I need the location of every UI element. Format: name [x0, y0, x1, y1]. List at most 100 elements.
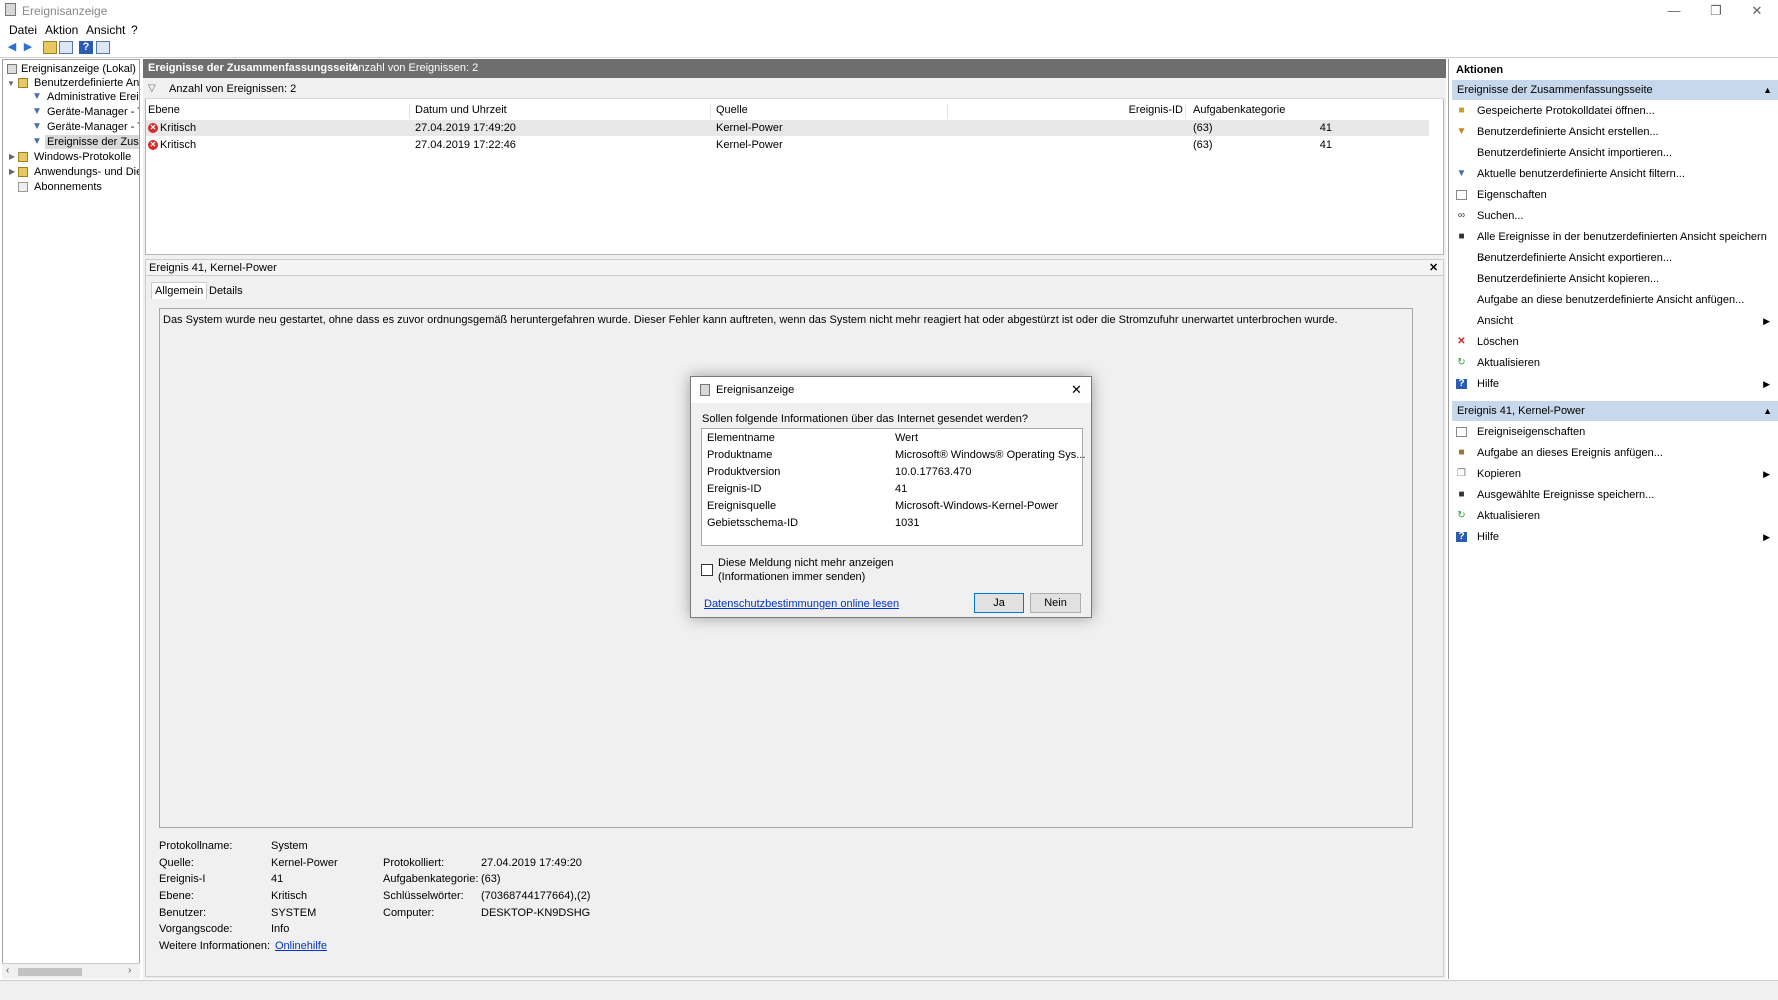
- folder-up-icon[interactable]: [43, 41, 57, 54]
- back-arrow-icon[interactable]: ◀: [5, 41, 19, 54]
- tree-windows-logs[interactable]: Windows-Protokolle: [34, 150, 131, 164]
- tree-app-logs[interactable]: Anwendungs- und Dier: [34, 165, 139, 179]
- action-open-log[interactable]: ■ Gespeicherte Protokolldatei öffnen...: [1452, 101, 1778, 121]
- table-row[interactable]: ✕ Kritisch 27.04.2019 17:22:46 Kernel-Po…: [146, 137, 1429, 153]
- tree-horizontal-scrollbar[interactable]: ‹ ›: [2, 963, 140, 979]
- action-create-view[interactable]: ▼ Benutzerdefinierte Ansicht erstellen...: [1452, 122, 1778, 142]
- filter-icon: ▼: [32, 91, 42, 102]
- show-hide-tree-icon[interactable]: [59, 41, 73, 54]
- submenu-arrow-icon: ▶: [1763, 532, 1770, 542]
- action-attach-task-event[interactable]: ■ Aufgabe an dieses Ereignis anfügen...: [1452, 443, 1778, 463]
- action-help-event[interactable]: ? Hilfe ▶: [1452, 527, 1778, 547]
- menu-action[interactable]: Aktion: [45, 23, 78, 37]
- action-refresh-event[interactable]: ↻ Aktualisieren: [1452, 506, 1778, 526]
- action-save-selected[interactable]: ■ Ausgewählte Ereignisse speichern...: [1452, 485, 1778, 505]
- collapse-icon[interactable]: ▼: [7, 79, 15, 88]
- action-label: Benutzerdefinierte Ansicht kopieren...: [1477, 273, 1660, 285]
- row-datetime: 27.04.2019 17:22:46: [415, 139, 516, 151]
- tree-item-device-manager-1[interactable]: Geräte-Manager - T: [47, 105, 139, 119]
- restore-icon[interactable]: ❐: [1701, 2, 1731, 20]
- scroll-left-icon[interactable]: ‹: [6, 965, 9, 976]
- menu-bar: Datei Aktion Ansicht ?: [0, 21, 1778, 38]
- online-help-link[interactable]: Onlinehilfe: [275, 940, 327, 952]
- info-name: Produktversion: [707, 466, 781, 478]
- row-source: Kernel-Power: [716, 122, 783, 134]
- tree-subscriptions[interactable]: Abonnements: [34, 180, 102, 194]
- column-event-id[interactable]: Ereignis-ID: [952, 104, 1186, 119]
- action-attach-task-view[interactable]: Aufgabe an diese benutzerdefinierte Ansi…: [1452, 290, 1778, 310]
- action-copy-view[interactable]: Benutzerdefinierte Ansicht kopieren...: [1452, 269, 1778, 289]
- view-title: Ereignisse der Zusammenfassungsseite: [148, 62, 359, 74]
- menu-help[interactable]: ?: [131, 23, 138, 37]
- show-hide-actions-icon[interactable]: [96, 41, 110, 54]
- actions-title: Aktionen: [1456, 64, 1504, 76]
- action-label: Hilfe: [1477, 378, 1500, 390]
- row-source: Kernel-Power: [716, 139, 783, 151]
- row-datetime: 27.04.2019 17:49:20: [415, 122, 516, 134]
- folder-icon: [18, 78, 28, 88]
- submenu-arrow-icon: ▶: [1763, 316, 1770, 326]
- close-detail-icon[interactable]: ✕: [1429, 261, 1438, 274]
- tree-root[interactable]: Ereignisanzeige (Lokal): [21, 62, 136, 76]
- prop-value: Kernel-Power: [271, 857, 338, 869]
- action-filter-view[interactable]: ▼ Aktuelle benutzerdefinierte Ansicht fil…: [1452, 164, 1778, 184]
- menu-file[interactable]: Datei: [9, 23, 37, 37]
- column-source[interactable]: Quelle: [716, 104, 948, 119]
- action-properties[interactable]: Eigenschaften: [1452, 185, 1778, 205]
- action-export-view[interactable]: Benutzerdefinierte Ansicht exportieren..…: [1452, 248, 1778, 268]
- action-help[interactable]: ? Hilfe ▶: [1452, 374, 1778, 394]
- action-import-view[interactable]: Benutzerdefinierte Ansicht importieren..…: [1452, 143, 1778, 163]
- menu-view[interactable]: Ansicht: [86, 23, 125, 37]
- close-icon[interactable]: ✕: [1071, 382, 1082, 398]
- tree-custom-views[interactable]: Benutzerdefinierte Ans: [34, 76, 139, 90]
- expand-icon[interactable]: ▶: [9, 167, 15, 176]
- minimize-icon[interactable]: —: [1659, 2, 1689, 20]
- action-copy[interactable]: ❐ Kopieren ▶: [1452, 464, 1778, 484]
- action-label: Kopieren: [1477, 468, 1522, 480]
- prop-value: 27.04.2019 17:49:20: [481, 857, 582, 869]
- close-icon[interactable]: ✕: [1742, 2, 1772, 20]
- actions-section-view[interactable]: Ereignisse der Zusammenfassungsseite ▲: [1452, 80, 1778, 100]
- no-button[interactable]: Nein: [1030, 593, 1081, 613]
- actions-section-event[interactable]: Ereignis 41, Kernel-Power ▲: [1452, 401, 1778, 421]
- scrollbar-thumb[interactable]: [18, 968, 82, 976]
- action-refresh[interactable]: ↻ Aktualisieren: [1452, 353, 1778, 373]
- tab-general[interactable]: Allgemein: [151, 282, 208, 299]
- expand-icon[interactable]: ▶: [9, 152, 15, 161]
- open-folder-icon: ■: [1458, 105, 1465, 116]
- prop-value: 41: [271, 873, 284, 885]
- action-event-properties[interactable]: Ereigniseigenschaften: [1452, 422, 1778, 442]
- scroll-right-icon[interactable]: ›: [128, 965, 131, 976]
- prop-label: Benutzer:: [159, 907, 207, 919]
- section-title: Ereignis 41, Kernel-Power: [1457, 405, 1585, 417]
- info-value: 1031: [895, 517, 920, 529]
- dont-show-checkbox[interactable]: [701, 564, 713, 576]
- action-find[interactable]: ∞ Suchen...: [1452, 206, 1778, 226]
- tab-details[interactable]: Details: [206, 283, 246, 300]
- privacy-link[interactable]: Datenschutzbestimmungen online lesen: [704, 598, 899, 610]
- collapse-icon[interactable]: ▲: [1763, 80, 1772, 100]
- info-table: Elementname Wert Produktname Microsoft® …: [701, 428, 1085, 546]
- action-delete[interactable]: ✕ Löschen: [1452, 332, 1778, 352]
- column-task-category[interactable]: Aufgabenkategorie: [1193, 104, 1429, 119]
- delete-icon: ✕: [1457, 336, 1466, 347]
- table-row[interactable]: ✕ Kritisch 27.04.2019 17:49:20 Kernel-Po…: [146, 120, 1429, 136]
- filter-icon: ▼: [32, 136, 42, 147]
- task-icon: ■: [1458, 447, 1465, 458]
- dialog-question: Sollen folgende Informationen über das I…: [702, 413, 1028, 425]
- tree-item-device-manager-2[interactable]: Geräte-Manager - T: [47, 120, 139, 134]
- collapse-icon[interactable]: ▲: [1763, 401, 1772, 421]
- column-level[interactable]: Ebene: [148, 104, 410, 119]
- action-view-menu[interactable]: Ansicht ▶: [1452, 311, 1778, 331]
- detail-header: Ereignis 41, Kernel-Power ✕: [145, 259, 1444, 275]
- section-title: Ereignisse der Zusammenfassungsseite: [1457, 84, 1653, 96]
- help-icon[interactable]: ?: [79, 41, 93, 54]
- forward-arrow-icon[interactable]: ▶: [21, 41, 35, 54]
- action-save-all[interactable]: ■ Alle Ereignisse in der benutzerdefinier…: [1452, 227, 1778, 263]
- tree-item-summary-events[interactable]: Ereignisse der Zusar: [45, 135, 139, 149]
- info-name: Gebietsschema-ID: [707, 517, 799, 529]
- column-datetime[interactable]: Datum und Uhrzeit: [415, 104, 711, 119]
- action-label: Ansicht: [1477, 315, 1514, 327]
- yes-button[interactable]: Ja: [974, 593, 1024, 613]
- tree-item-administrative[interactable]: Administrative Ereig: [47, 90, 139, 104]
